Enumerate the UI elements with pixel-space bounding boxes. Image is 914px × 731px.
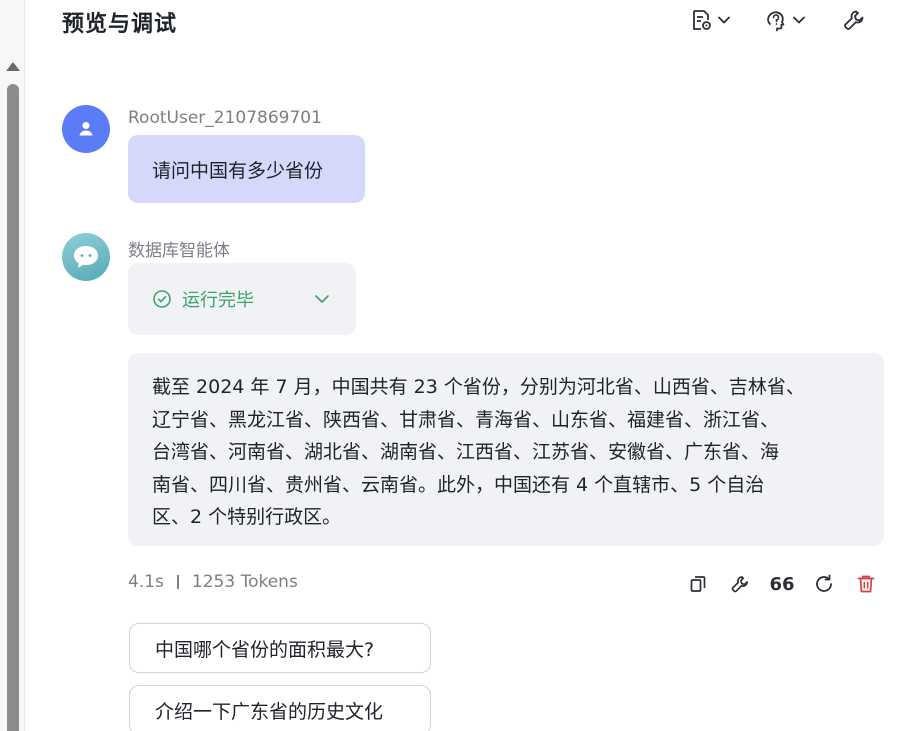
suggested-question-text: 中国哪个省份的面积最大?: [155, 638, 375, 661]
user-message-text: 请问中国有多少省份: [152, 159, 324, 182]
answer-line: 辽宁省、黑龙江省、陕西省、甘肃省、青海省、山东省、福建省、浙江省、: [152, 408, 780, 431]
response-meta: 4.1s 1253 Tokens: [128, 572, 298, 592]
run-status-text: 运行完毕: [182, 290, 254, 311]
page-title: 预览与调试: [62, 12, 178, 37]
answer-line: 台湾省、河南省、湖北省、湖南省、江西省、江苏省、安徽省、广东省、海: [152, 441, 780, 463]
scrollbar-thumb[interactable]: [7, 84, 19, 731]
bot-answer-bubble: 截至 2024 年 7 月，中国共有 23 个省份，分别为河北省、山西省、吉林省…: [128, 353, 884, 546]
token-count: 1253 Tokens: [191, 572, 298, 592]
document-settings-icon: [693, 10, 711, 30]
scroll-up-arrow[interactable]: [6, 62, 20, 71]
debug-button[interactable]: [728, 572, 752, 596]
suggested-question-text: 介绍一下广东省的历史文化: [155, 700, 384, 723]
chat-bubble-icon: [74, 246, 98, 268]
copy-button[interactable]: [686, 572, 710, 596]
scroll-rail[interactable]: [0, 0, 25, 731]
run-status-toggle[interactable]: 运行完毕: [128, 263, 356, 335]
refresh-icon: [816, 574, 832, 592]
wrench-icon: [844, 10, 864, 30]
quote-button[interactable]: 66: [769, 572, 795, 596]
tools-button[interactable]: [842, 8, 866, 32]
person-icon: [79, 122, 93, 136]
bot-name: 数据库智能体: [128, 241, 230, 261]
answer-line: 截至 2024 年 7 月，中国共有 23 个省份，分别为河北省、山西省、吉林省…: [152, 376, 805, 398]
memory-dropdown-button[interactable]: [764, 8, 806, 32]
answer-line: 区、2 个特别行政区。: [152, 506, 342, 528]
brain-head-icon: [767, 11, 785, 32]
bot-avatar: [62, 233, 110, 281]
suggested-question[interactable]: 中国哪个省份的面积最大?: [129, 623, 431, 673]
user-message-bubble: 请问中国有多少省份: [128, 135, 365, 203]
variables-dropdown-button[interactable]: [689, 8, 731, 32]
delete-button[interactable]: [854, 572, 878, 596]
user-name: RootUser_2107869701: [128, 108, 322, 128]
chevron-down-icon: [315, 295, 329, 303]
answer-line: 南省、四川省、贵州省、云南省。此外，中国还有 4 个直辖市、5 个自治: [152, 473, 765, 496]
check-circle-icon: [153, 290, 171, 308]
copy-icon: [690, 576, 706, 592]
meta-divider: [176, 575, 179, 589]
trash-icon: [857, 575, 875, 593]
wrench-icon: [731, 576, 748, 593]
user-avatar: [62, 105, 110, 153]
suggested-question[interactable]: 介绍一下广东省的历史文化: [129, 685, 431, 731]
quote-icon: 66: [769, 573, 795, 595]
chevron-down-icon: [793, 16, 805, 24]
chevron-down-icon: [718, 16, 730, 24]
regenerate-button[interactable]: [812, 572, 836, 596]
response-duration: 4.1s: [128, 572, 164, 592]
